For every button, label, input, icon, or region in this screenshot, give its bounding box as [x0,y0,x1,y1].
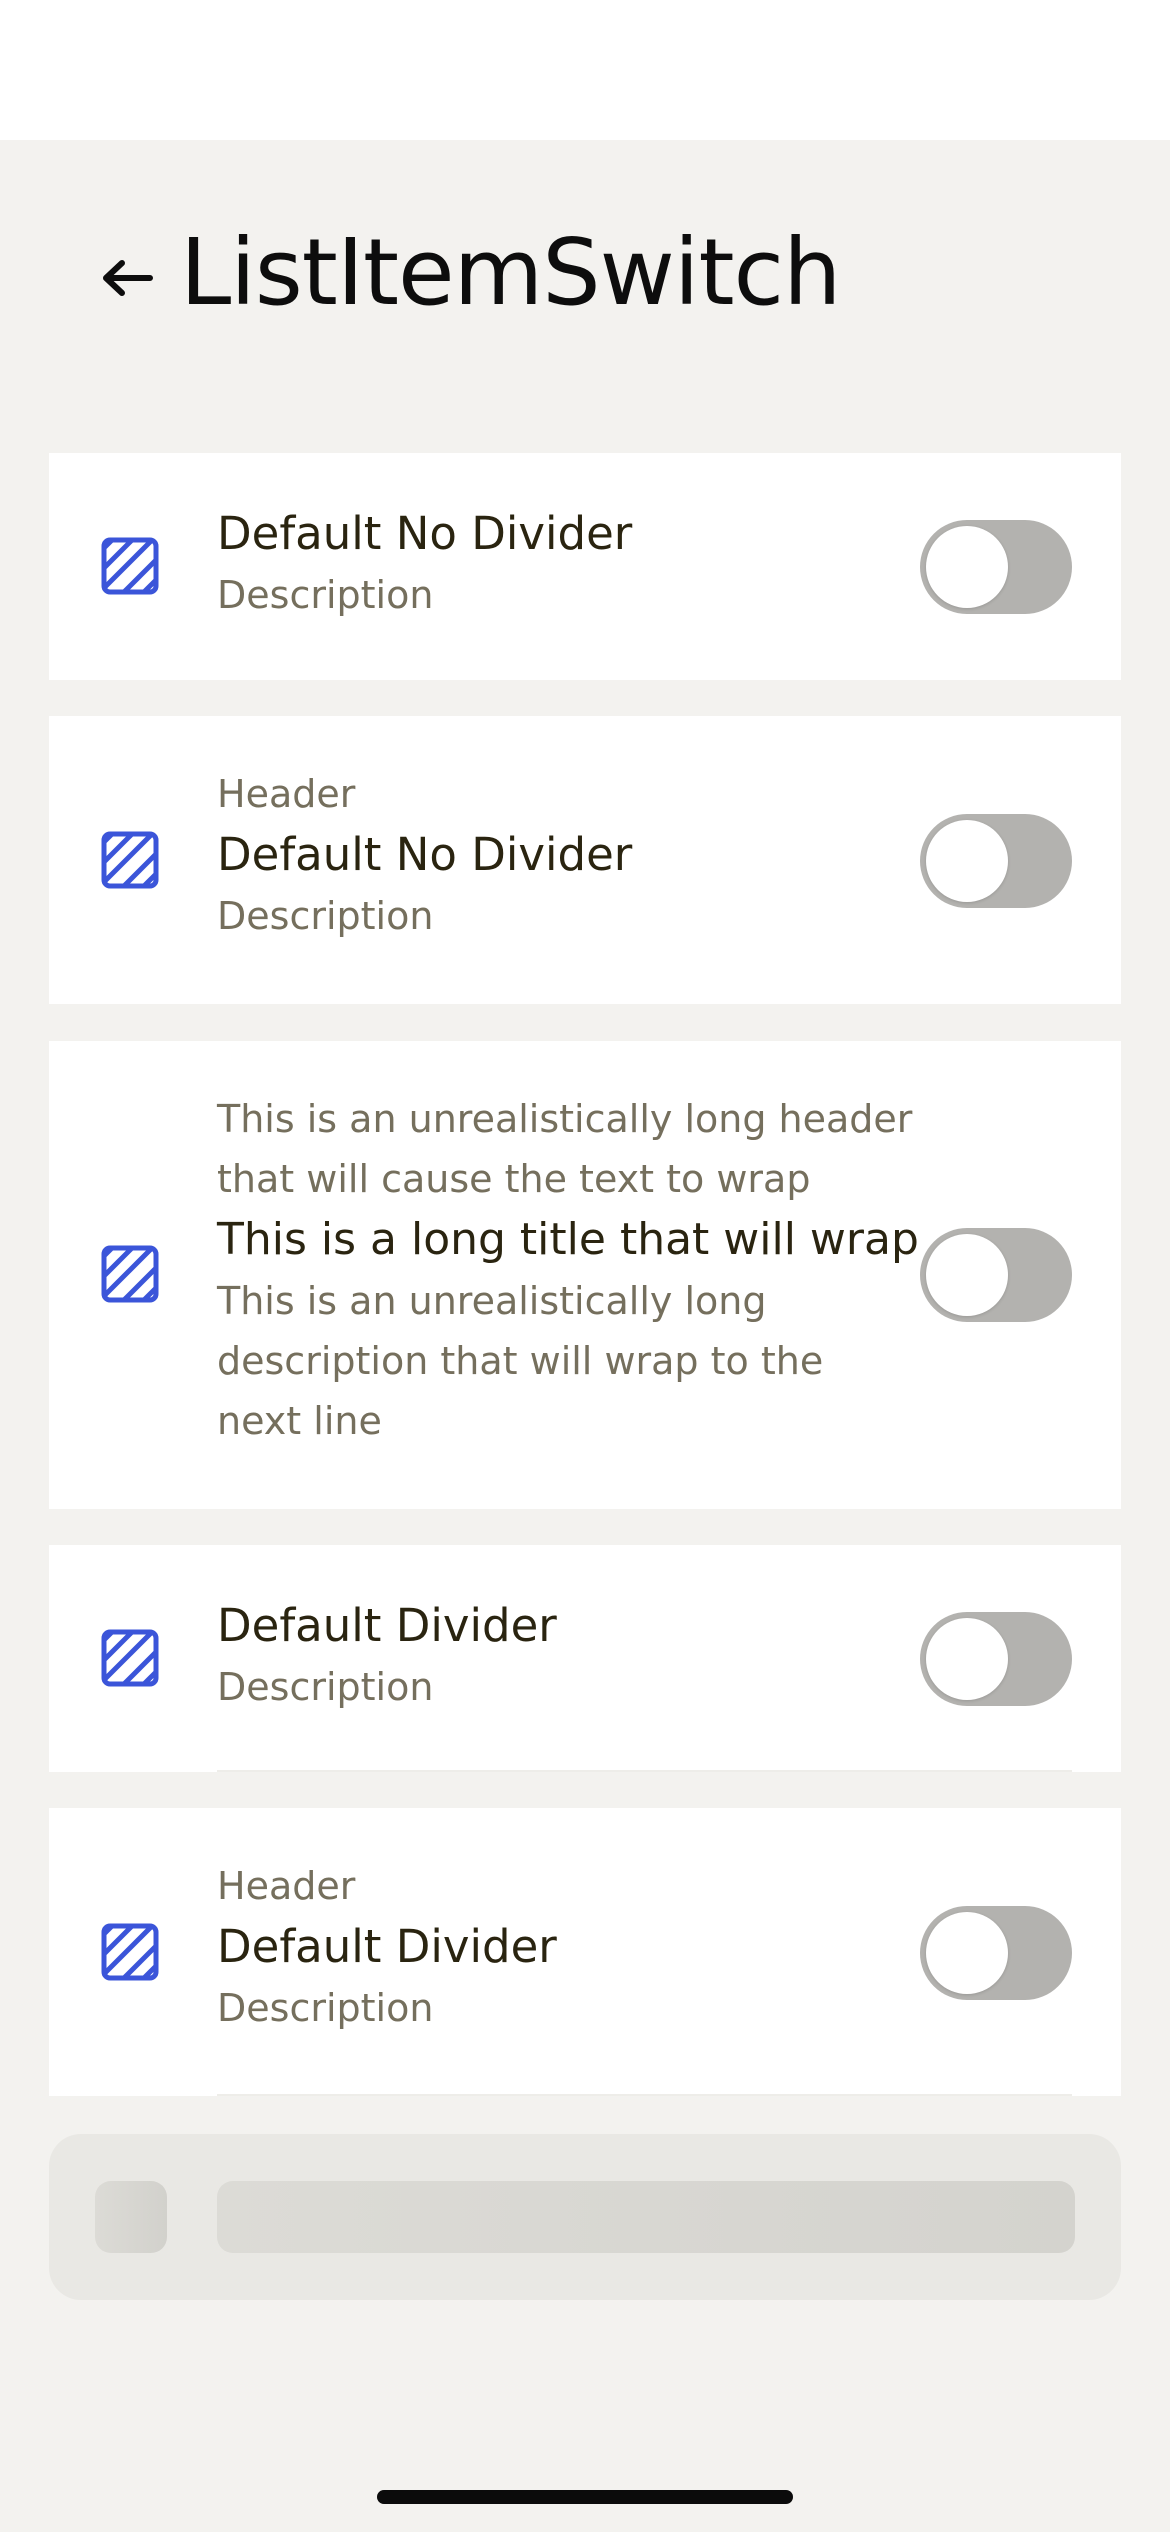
divider [217,1770,1072,1772]
striped-square-icon [101,1629,159,1687]
toggle-switch[interactable] [920,520,1072,614]
divider [217,2094,1072,2096]
list-item-title: Default Divider [217,1920,557,1973]
striped-square-icon [101,537,159,595]
list-item-description: Description [217,894,434,938]
list-item-title: Default Divider [217,1599,557,1652]
list-item-text: Default Divider Description [217,1595,957,1717]
switch-knob [926,1618,1008,1700]
list-item-description: Description [217,573,434,617]
status-bar-area [0,0,1170,140]
home-indicator[interactable] [377,2490,793,2504]
striped-square-icon [101,1245,159,1303]
striped-square-icon [101,1923,159,1981]
skeleton-icon-placeholder [95,2181,167,2253]
switch-knob [926,526,1008,608]
striped-square-icon [101,831,159,889]
list-item-text: Header Default Divider Description [217,1856,957,2038]
list-item-title: Default No Divider [217,828,633,881]
switch-knob [926,1912,1008,1994]
toggle-switch[interactable] [920,1906,1072,2000]
list-item[interactable]: Default Divider Description [49,1545,1121,1772]
list-item[interactable]: This is an unrealistically long header t… [49,1041,1121,1509]
list-item[interactable]: Header Default Divider Description [49,1808,1121,2096]
list-item-description: Description [217,1986,434,2030]
switch-knob [926,1234,1008,1316]
list-item-header: Header [217,1864,356,1908]
list-item-description: This is an unrealistically long descript… [217,1279,824,1443]
toggle-switch[interactable] [920,1228,1072,1322]
back-button[interactable] [92,236,164,320]
list-item-text: Header Default No Divider Description [217,764,957,946]
toggle-switch[interactable] [920,1612,1072,1706]
list-item[interactable]: Default No Divider Description [49,453,1121,680]
switch-knob [926,820,1008,902]
list-item[interactable]: Header Default No Divider Description [49,716,1121,1004]
list-item-text: Default No Divider Description [217,503,957,625]
list-item-description: Description [217,1665,434,1709]
skeleton-text-placeholder [217,2181,1075,2253]
list-item-title: This is a long title that will wrap [217,1214,919,1265]
arrow-left-icon [103,260,153,296]
list-item-title: Default No Divider [217,507,633,560]
skeleton-list-item [49,2134,1121,2300]
list-item-header: Header [217,772,356,816]
list-item-text: This is an unrealistically long header t… [217,1089,957,1451]
page-title: ListItemSwitch [180,219,841,326]
list-item-header: This is an unrealistically long header t… [217,1097,913,1201]
toggle-switch[interactable] [920,814,1072,908]
